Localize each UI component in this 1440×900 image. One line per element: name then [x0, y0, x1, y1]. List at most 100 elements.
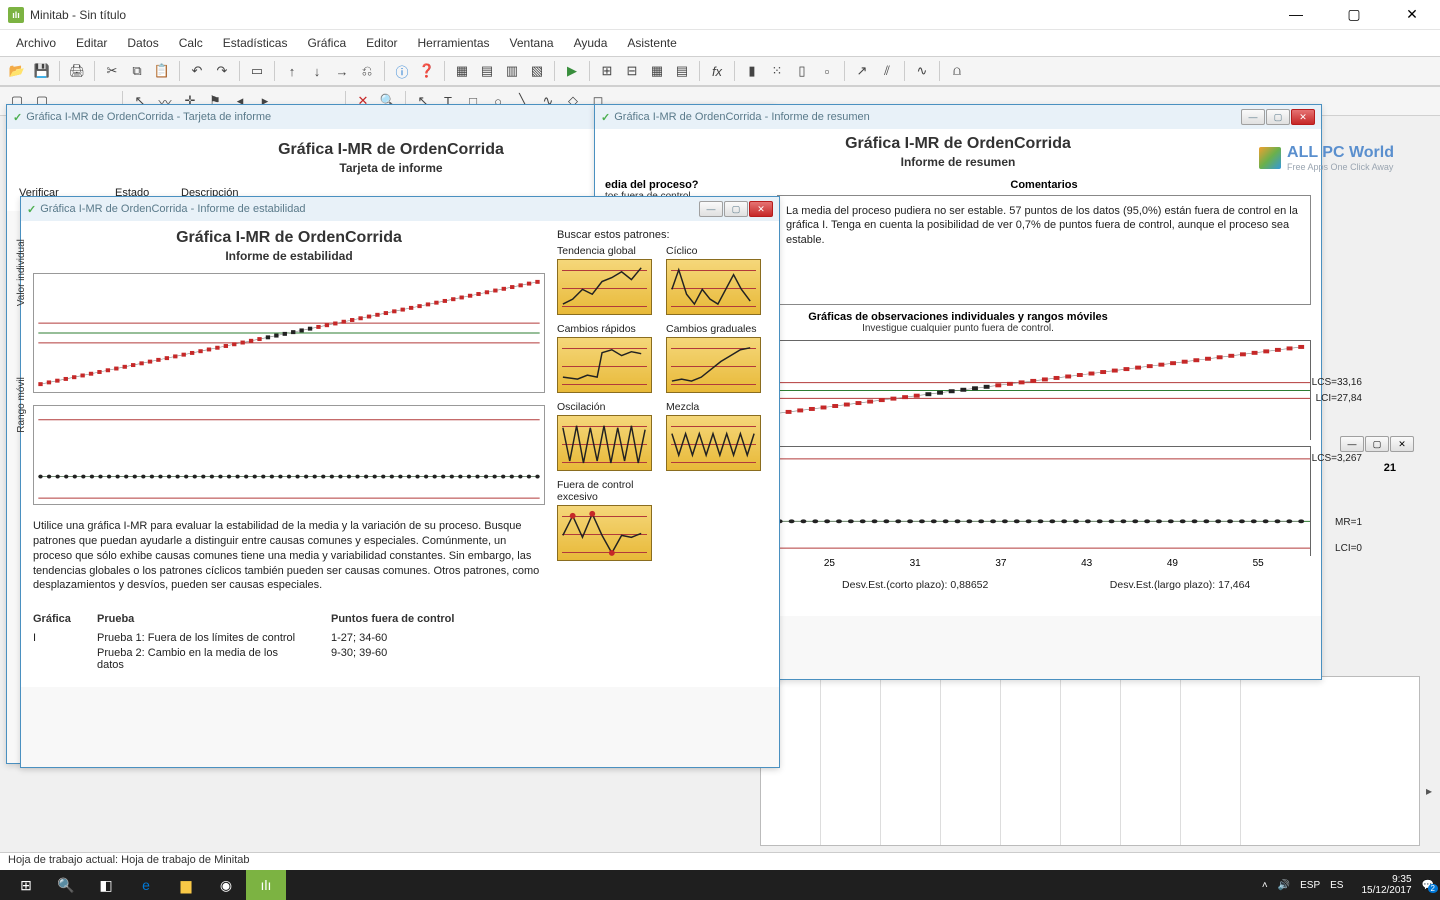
menu-asistente[interactable]: Asistente	[619, 33, 684, 53]
redo-icon[interactable]: ↷	[211, 60, 233, 82]
maximize-button[interactable]: ▢	[1334, 6, 1374, 23]
undo-icon[interactable]: ↶	[186, 60, 208, 82]
menu-editor[interactable]: Editor	[358, 33, 405, 53]
info-icon[interactable]: ⓘ	[391, 60, 413, 82]
app-icon: ılı	[8, 7, 24, 23]
pattern-cambios-rapidos[interactable]	[557, 337, 652, 393]
pattern-ciclico[interactable]	[666, 259, 761, 315]
tray-kbd[interactable]: ES	[1330, 880, 1343, 891]
menu-editar[interactable]: Editar	[68, 33, 115, 53]
patterns-grid: Tendencia global Cíclico Cambios rápidos…	[557, 245, 767, 561]
th-prueba: Prueba	[97, 613, 307, 625]
menu-herramientas[interactable]: Herramientas	[410, 33, 498, 53]
anova-icon[interactable]: ⫽	[876, 60, 898, 82]
start-button[interactable]: ⊞	[6, 870, 46, 900]
new-window-icon[interactable]: ▭	[246, 60, 268, 82]
regression-icon[interactable]: ↗	[851, 60, 873, 82]
grid-icon[interactable]: ⊞	[596, 60, 618, 82]
table-row: I Prueba 1: Fuera de los límites de cont…	[33, 629, 545, 644]
last-dialog-icon[interactable]: ⎌	[356, 60, 378, 82]
worksheet-icon[interactable]: ▤	[476, 60, 498, 82]
copy-icon[interactable]: ⧉	[126, 60, 148, 82]
paste-icon[interactable]: 📋	[151, 60, 173, 82]
pattern-label: Cambios rápidos	[557, 323, 652, 335]
check-icon: ✓	[601, 111, 610, 124]
chart-icon[interactable]: ▫	[816, 60, 838, 82]
pattern-label: Cíclico	[666, 245, 761, 257]
scroll-right-icon[interactable]: ▸	[1426, 784, 1432, 798]
pattern-oscilacion[interactable]	[557, 415, 652, 471]
minimize-button[interactable]: —	[1276, 6, 1316, 23]
pattern-tendencia-global[interactable]	[557, 259, 652, 315]
edge-icon[interactable]: e	[126, 870, 166, 900]
tray-up-icon[interactable]: ˄	[1262, 880, 1268, 891]
close-button[interactable]: ✕	[1392, 6, 1432, 23]
menu-estadisticas[interactable]: Estadísticas	[215, 33, 296, 53]
pattern-label: Cambios graduales	[666, 323, 761, 335]
layout-icon[interactable]: ▦	[646, 60, 668, 82]
summ-max-button[interactable]: ▢	[1266, 109, 1290, 125]
menu-archivo[interactable]: Archivo	[8, 33, 64, 53]
pattern-label: Mezcla	[666, 401, 761, 413]
minitab-taskbar-icon[interactable]: ılı	[246, 870, 286, 900]
session-icon[interactable]: ▦	[451, 60, 473, 82]
summ-min-button[interactable]: —	[1241, 109, 1265, 125]
chrome-icon[interactable]: ◉	[206, 870, 246, 900]
menu-datos[interactable]: Datos	[119, 33, 166, 53]
worksheet-grid[interactable]	[760, 676, 1420, 846]
layout2-icon[interactable]: ▤	[671, 60, 693, 82]
explorer-icon[interactable]: ▆	[166, 870, 206, 900]
window-stability[interactable]: ✓ Gráfica I-MR de OrdenCorrida - Informe…	[20, 196, 780, 768]
stab-h2: Informe de estabilidad	[33, 249, 545, 263]
taskview-icon[interactable]: ◧	[86, 870, 126, 900]
table-icon[interactable]: ⊟	[621, 60, 643, 82]
window-controls: — ▢ ✕	[1276, 6, 1432, 23]
scatter-icon[interactable]: ⁙	[766, 60, 788, 82]
stab-max-button[interactable]: ▢	[724, 201, 748, 217]
tray-lang[interactable]: ESP	[1300, 880, 1320, 891]
i-lci-label: LCI=27,84	[1316, 393, 1362, 404]
tray-volume-icon[interactable]: 🔊	[1278, 880, 1290, 891]
play-icon[interactable]: ▶	[561, 60, 583, 82]
arrow-right-icon[interactable]: →	[331, 60, 353, 82]
arrow-up-icon[interactable]: ↑	[281, 60, 303, 82]
stab-close-button[interactable]: ✕	[749, 201, 773, 217]
search-icon[interactable]: 🔍	[46, 870, 86, 900]
menu-grafica[interactable]: Gráfica	[299, 33, 354, 53]
capability-icon[interactable]: ⩍	[946, 60, 968, 82]
ws-max-button[interactable]: ▢	[1365, 436, 1389, 452]
cut-icon[interactable]: ✂	[101, 60, 123, 82]
tray-clock[interactable]: 9:35 15/12/2017	[1361, 874, 1411, 896]
mr-lcs-label: LCS=3,267	[1312, 453, 1362, 464]
print-icon[interactable]: 🖨	[66, 60, 88, 82]
graph-icon[interactable]: ▧	[526, 60, 548, 82]
sheet-tab-label: 21	[1384, 462, 1396, 474]
pattern-fuera-control[interactable]	[557, 505, 652, 561]
help-icon[interactable]: ❓	[416, 60, 438, 82]
menubar: Archivo Editar Datos Calc Estadísticas G…	[0, 30, 1440, 56]
stab-i-chart: Valor individual	[33, 273, 545, 393]
menu-ventana[interactable]: Ventana	[502, 33, 562, 53]
histogram-icon[interactable]: ▮	[741, 60, 763, 82]
notification-icon[interactable]: 💬2	[1422, 880, 1434, 891]
ws-close-button[interactable]: ✕	[1390, 436, 1414, 452]
save-icon[interactable]: 💾	[31, 60, 53, 82]
summ-h2: Informe de resumen	[605, 155, 1311, 169]
stab-min-button[interactable]: —	[699, 201, 723, 217]
menu-calc[interactable]: Calc	[171, 33, 211, 53]
control-chart-icon[interactable]: ∿	[911, 60, 933, 82]
summ-close-button[interactable]: ✕	[1291, 109, 1315, 125]
project-icon[interactable]: ▥	[501, 60, 523, 82]
pattern-mezcla[interactable]	[666, 415, 761, 471]
boxplot-icon[interactable]: ▯	[791, 60, 813, 82]
comments-text: La media del proceso pudiera no ser esta…	[777, 195, 1311, 305]
ws-min-button[interactable]: —	[1340, 436, 1364, 452]
worksheet-window-controls: — ▢ ✕	[1340, 436, 1414, 452]
check-icon: ✓	[13, 111, 22, 124]
pattern-cambios-graduales[interactable]	[666, 337, 761, 393]
i-lcs-label: LCS=33,16	[1312, 377, 1362, 388]
menu-ayuda[interactable]: Ayuda	[566, 33, 616, 53]
open-icon[interactable]: 📂	[6, 60, 28, 82]
fx-icon[interactable]: fx	[706, 60, 728, 82]
arrow-down-icon[interactable]: ↓	[306, 60, 328, 82]
